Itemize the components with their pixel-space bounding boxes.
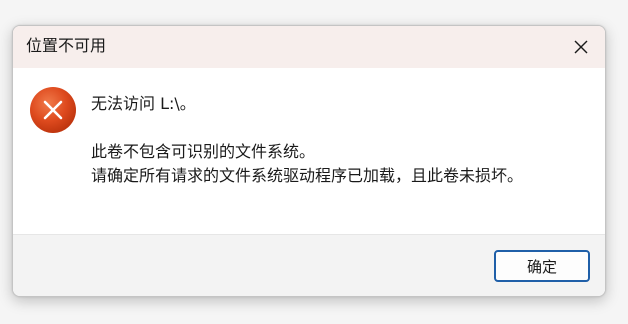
ok-button[interactable]: 确定: [494, 250, 590, 282]
dialog-titlebar: 位置不可用: [13, 26, 605, 68]
dialog-footer: 确定: [13, 234, 605, 296]
error-icon: [30, 87, 76, 133]
error-dialog: 位置不可用 无法访问 L:\。 此卷不包含可识别的文件系统。 请确定所有请求的文…: [12, 25, 606, 297]
close-icon: [574, 40, 588, 54]
dialog-title: 位置不可用: [26, 36, 107, 55]
dialog-content: 无法访问 L:\。 此卷不包含可识别的文件系统。 请确定所有请求的文件系统驱动程…: [13, 68, 605, 234]
error-detail-line-1: 此卷不包含可识别的文件系统。: [91, 142, 316, 161]
close-button[interactable]: [565, 31, 597, 63]
error-message: 无法访问 L:\。: [91, 94, 196, 113]
error-detail-line-2: 请确定所有请求的文件系统驱动程序已加载，且此卷未损坏。: [91, 166, 524, 185]
